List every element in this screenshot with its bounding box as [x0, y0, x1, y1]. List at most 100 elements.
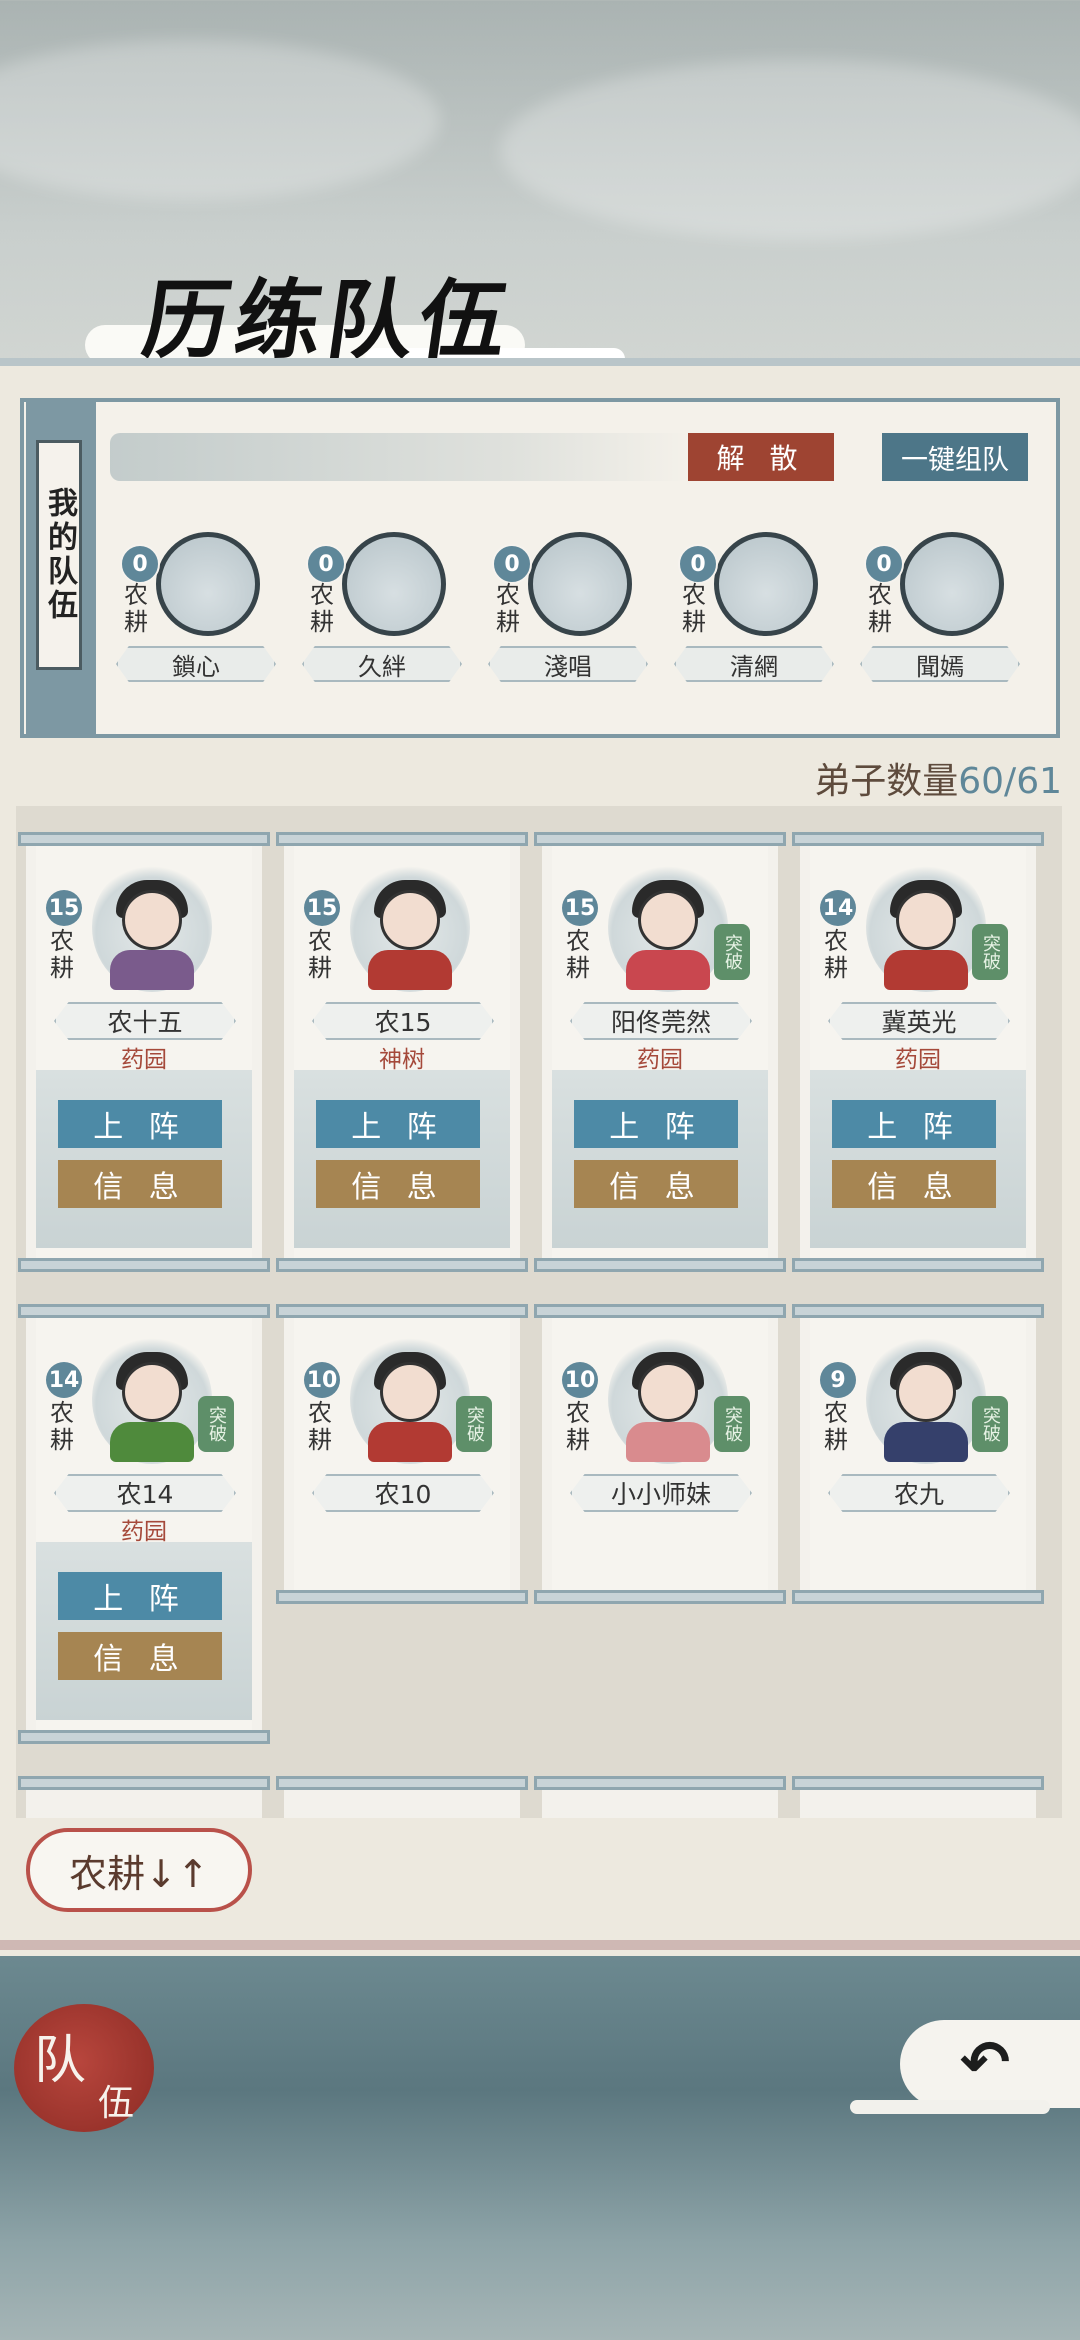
disciple-card[interactable]: 14 农耕 突破 冀英光 药园上 阵信 息: [792, 832, 1044, 1272]
card-lower-panel: [36, 1542, 252, 1720]
breakthrough-badge[interactable]: 突破: [972, 1396, 1008, 1452]
info-button[interactable]: 信 息: [58, 1160, 222, 1208]
breakthrough-badge[interactable]: 突破: [198, 1396, 234, 1452]
my-team-label-bar: 我的队伍: [26, 400, 96, 736]
scroll-rod-top: [792, 1776, 1044, 1790]
page-title: 历练队伍: [136, 270, 519, 371]
member-portrait: [900, 532, 1004, 636]
team-tab[interactable]: 队 伍: [14, 2004, 154, 2132]
card-lower-panel: [36, 1070, 252, 1248]
scroll-rod-top: [276, 1304, 528, 1318]
member-portrait: [714, 532, 818, 636]
disciple-card-partial: [276, 1776, 528, 1818]
team-member-slot[interactable]: 0 农耕 久絆: [302, 532, 466, 692]
disciple-location: 药园: [121, 1047, 167, 1073]
breakthrough-badge[interactable]: 突破: [714, 924, 750, 980]
team-tab-char2: 伍: [98, 2083, 135, 2124]
sort-farming-button[interactable]: 农耕↓↑: [26, 1828, 252, 1912]
team-member-slot[interactable]: 0 农耕 淺唱: [488, 532, 652, 692]
disciple-name: 农10: [312, 1474, 494, 1512]
disciple-count-value: 60/61: [958, 761, 1062, 802]
disciple-skill-label: 农耕: [824, 927, 848, 982]
disciple-level-badge: 14: [46, 1362, 82, 1398]
scroll-rod-top: [534, 832, 786, 846]
info-button[interactable]: 信 息: [58, 1632, 222, 1680]
disciple-skill-label: 农耕: [566, 927, 590, 982]
disciple-card[interactable]: 15 农耕 农十五 药园上 阵信 息: [18, 832, 270, 1272]
disciple-face: [896, 890, 956, 950]
deploy-button[interactable]: 上 阵: [58, 1100, 222, 1148]
breakthrough-badge[interactable]: 突破: [972, 924, 1008, 980]
info-button[interactable]: 信 息: [832, 1160, 996, 1208]
deploy-button[interactable]: 上 阵: [58, 1572, 222, 1620]
disciple-face: [122, 1362, 182, 1422]
disciple-card[interactable]: 10 农耕 突破 小小师妹: [534, 1304, 786, 1604]
disciple-skill-label: 农耕: [50, 1399, 74, 1454]
ink-brush-bar: [110, 433, 690, 481]
member-skill-label: 农耕: [124, 581, 148, 636]
member-level-badge: 0: [120, 544, 160, 584]
back-button[interactable]: ↶: [900, 2020, 1080, 2108]
disciple-face: [896, 1362, 956, 1422]
disciple-robe: [884, 950, 968, 990]
scroll-rod-bottom: [18, 1730, 270, 1744]
info-button[interactable]: 信 息: [574, 1160, 738, 1208]
my-team-label: 我的队伍: [36, 440, 82, 670]
member-skill-label: 农耕: [496, 581, 520, 636]
disciple-name: 冀英光: [828, 1002, 1010, 1040]
disciple-card[interactable]: 15 农耕 突破 阳佟莞然 药园上 阵信 息: [534, 832, 786, 1272]
disciple-card-partial: [792, 1776, 1044, 1818]
deploy-button[interactable]: 上 阵: [832, 1100, 996, 1148]
member-skill-label: 农耕: [682, 581, 706, 636]
deploy-button[interactable]: 上 阵: [574, 1100, 738, 1148]
scroll-rod-top: [18, 1304, 270, 1318]
disciple-name: 小小师妹: [570, 1474, 752, 1512]
disciple-card-partial: [18, 1776, 270, 1818]
info-button[interactable]: 信 息: [316, 1160, 480, 1208]
scroll-rod-bottom: [534, 1258, 786, 1272]
deploy-button[interactable]: 上 阵: [316, 1100, 480, 1148]
breakthrough-badge[interactable]: 突破: [714, 1396, 750, 1452]
disciple-robe: [368, 1422, 452, 1462]
member-name: 鎖心: [116, 646, 276, 682]
member-level-badge: 0: [864, 544, 904, 584]
auto-form-team-button[interactable]: 一键组队: [882, 433, 1028, 481]
card-lower-panel: [552, 1070, 768, 1248]
member-name: 清網: [674, 646, 834, 682]
disciple-card[interactable]: 9 农耕 突破 农九: [792, 1304, 1044, 1604]
page-title-banner: 历练队伍: [85, 240, 625, 371]
disciple-robe: [626, 950, 710, 990]
panel-bottom-border: [0, 1940, 1080, 1950]
breakthrough-badge[interactable]: 突破: [456, 1396, 492, 1452]
disciple-robe: [110, 1422, 194, 1462]
disciple-face: [380, 1362, 440, 1422]
back-cloud-decoration: [850, 2100, 1050, 2114]
scroll-rod-top: [276, 1776, 528, 1790]
disciple-location: 药园: [637, 1047, 683, 1073]
card-lower-panel: [294, 1070, 510, 1248]
scroll-rod-bottom: [276, 1590, 528, 1604]
disciple-location: 药园: [121, 1519, 167, 1545]
disciple-card[interactable]: 15 农耕 农15 神树上 阵信 息: [276, 832, 528, 1272]
team-member-slot[interactable]: 0 农耕鎖心: [116, 532, 280, 692]
member-skill-label: 农耕: [310, 581, 334, 636]
disband-button[interactable]: 解 散: [688, 433, 834, 481]
panel-top-border: [0, 358, 1080, 366]
disciple-skill-label: 农耕: [824, 1399, 848, 1454]
disciple-robe: [110, 950, 194, 990]
team-member-slot[interactable]: 0 农耕聞嫣: [860, 532, 1024, 692]
scroll-rod-top: [792, 832, 1044, 846]
scroll-rod-bottom: [792, 1590, 1044, 1604]
disciple-grid: 15 农耕 农十五 药园上 阵信 息 15 农耕 农15 神树上 阵信 息 15 农耕 突破 阳佟莞然…: [16, 806, 1062, 1818]
disciple-robe: [884, 1422, 968, 1462]
disciple-card[interactable]: 14 农耕 突破 农14 药园上 阵信 息: [18, 1304, 270, 1744]
member-name: 聞嫣: [860, 646, 1020, 682]
team-member-slot[interactable]: 0 农耕 清網: [674, 532, 838, 692]
member-skill-label: 农耕: [868, 581, 892, 636]
member-portrait: [528, 532, 632, 636]
disciple-skill-label: 农耕: [566, 1399, 590, 1454]
disciple-location: 神树: [379, 1047, 425, 1073]
scroll-rod-top: [276, 832, 528, 846]
disciple-card[interactable]: 10 农耕 突破 农10: [276, 1304, 528, 1604]
scroll-rod-top: [18, 1776, 270, 1790]
